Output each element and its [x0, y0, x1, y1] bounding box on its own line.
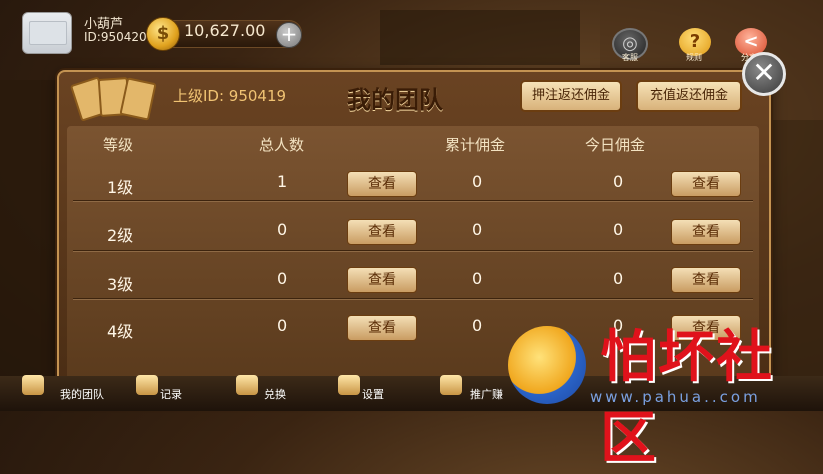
view-today-button[interactable]: 查看	[671, 171, 741, 197]
row-today: 0	[613, 172, 624, 191]
view-total-button[interactable]: 查看	[347, 171, 417, 197]
row-level: 3级	[107, 275, 134, 294]
row-accumulated: 0	[472, 316, 483, 335]
row-today: 0	[613, 220, 624, 239]
panel-header: 上级ID: 950419 我的团队 押注返还佣金 充值返还佣金	[59, 72, 769, 122]
row-accumulated: 0	[472, 220, 483, 239]
coin-icon: $	[146, 17, 180, 51]
add-coins-button[interactable]: +	[276, 22, 302, 48]
header-level: 等级	[103, 136, 134, 154]
customer-service-label: 客服	[622, 53, 638, 62]
deposit-rebate-button[interactable]: 押注返还佣金	[520, 80, 622, 112]
cards-icon	[69, 76, 157, 122]
row-level: 1级	[107, 178, 134, 197]
row-total: 0	[277, 220, 288, 239]
view-total-button[interactable]: 查看	[347, 315, 417, 341]
header-total: 总人数	[259, 136, 305, 154]
panel-title: 我的团队	[347, 86, 443, 114]
settings-icon	[338, 375, 360, 395]
record-icon	[136, 375, 158, 395]
row-level: 4级	[107, 322, 134, 341]
row-accumulated: 0	[472, 269, 483, 288]
view-total-button[interactable]: 查看	[347, 267, 417, 293]
promote-icon	[440, 375, 462, 395]
nav-my-team[interactable]: 我的团队	[60, 386, 104, 402]
row-level: 2级	[107, 226, 134, 245]
exchange-icon	[236, 375, 258, 395]
row-total: 1	[277, 172, 288, 191]
player-id: ID:950420	[84, 30, 147, 44]
row-total: 0	[277, 316, 288, 335]
row-accumulated: 0	[472, 172, 483, 191]
nav-promote[interactable]: 推广赚	[470, 386, 503, 402]
row-total: 0	[277, 269, 288, 288]
nav-exchange[interactable]: 兑换	[264, 386, 286, 402]
recharge-rebate-button[interactable]: 充值返还佣金	[636, 80, 742, 112]
view-total-button[interactable]: 查看	[347, 219, 417, 245]
view-today-button[interactable]: 查看	[671, 219, 741, 245]
watermark-url: www.pahua..com	[590, 388, 761, 406]
avatar-image	[29, 21, 67, 45]
avatar[interactable]	[22, 12, 72, 54]
top-bar: 小葫芦 ID:950420 $ 10,627.00 + ◎ 客服 ? 规则 < …	[0, 0, 823, 62]
nav-records[interactable]: 记录	[160, 386, 182, 402]
rules-label: 规则	[686, 53, 702, 62]
watermark-logo	[508, 326, 586, 404]
header-today: 今日佣金	[585, 136, 646, 154]
superior-id: 上级ID: 950419	[173, 87, 287, 105]
row-today: 0	[613, 269, 624, 288]
header-accumulated: 累计佣金	[445, 136, 506, 154]
nav-settings[interactable]: 设置	[362, 386, 384, 402]
team-icon	[22, 375, 44, 395]
close-icon[interactable]: ✕	[742, 52, 786, 96]
view-today-button[interactable]: 查看	[671, 267, 741, 293]
coin-amount: 10,627.00	[184, 21, 266, 40]
